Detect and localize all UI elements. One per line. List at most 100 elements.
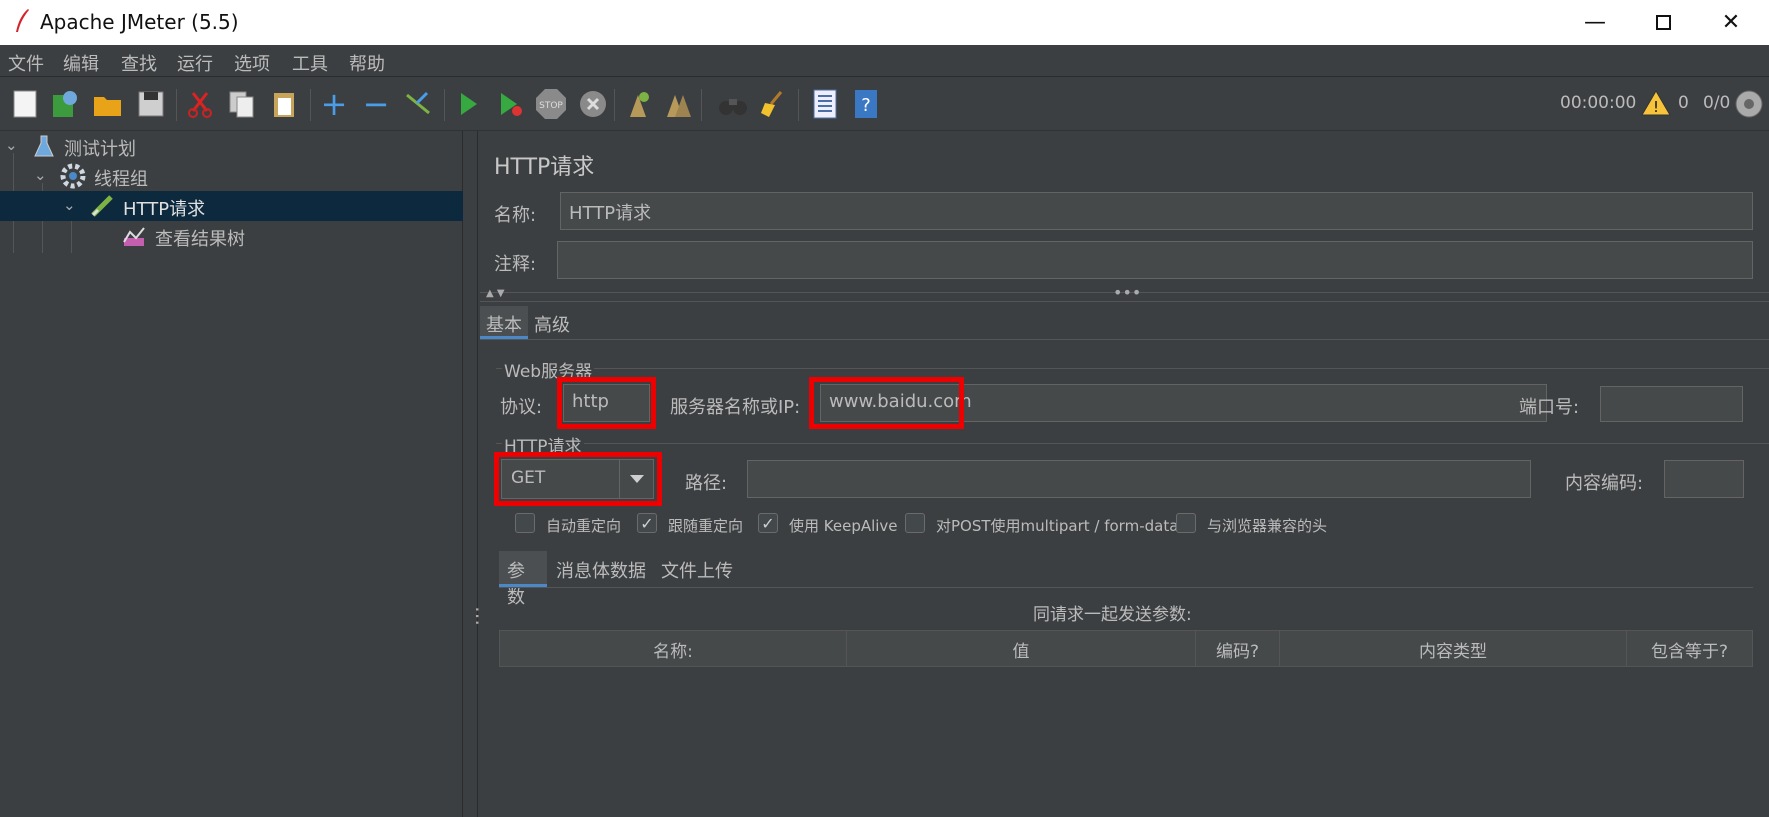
method-value: GET <box>511 468 546 488</box>
warning-icon[interactable]: ! <box>1641 89 1671 117</box>
column-header-content-type[interactable]: 内容类型 <box>1280 631 1627 667</box>
protocol-label: 协议: <box>500 397 543 418</box>
clear-all-icon[interactable] <box>661 87 695 121</box>
toggle-icon[interactable] <box>401 87 435 121</box>
encoding-field[interactable] <box>1664 460 1744 498</box>
clear-icon[interactable] <box>620 87 654 121</box>
comment-field[interactable] <box>557 241 1753 279</box>
keepalive-checkbox[interactable]: ✓ <box>758 513 778 533</box>
toolbar-separator <box>444 89 445 121</box>
paste-icon[interactable] <box>267 87 301 121</box>
cut-icon[interactable] <box>183 87 217 121</box>
start-no-pause-icon[interactable] <box>493 87 527 121</box>
minimize-button[interactable]: — <box>1561 0 1629 45</box>
tree-item-test-plan[interactable]: ⌄ 测试计划 <box>0 131 463 161</box>
menu-run[interactable]: 运行 <box>177 50 213 76</box>
column-header-encode[interactable]: 编码? <box>1196 631 1280 667</box>
templates-icon[interactable] <box>48 87 82 121</box>
elapsed-time: 00:00:00 <box>1560 93 1637 113</box>
checkbox-label: 与浏览器兼容的头 <box>1207 517 1328 535</box>
warning-count: 0 <box>1678 93 1689 113</box>
search-binoculars-icon[interactable] <box>716 87 750 121</box>
function-helper-icon[interactable] <box>808 87 842 121</box>
menu-bar: 文件 编辑 查找 运行 选项 工具 帮助 <box>0 45 1769 77</box>
menu-help[interactable]: 帮助 <box>349 50 385 76</box>
column-header-value[interactable]: 值 <box>847 631 1196 667</box>
method-select[interactable]: GET <box>501 459 654 499</box>
follow-redirect-checkbox[interactable]: ✓ <box>637 513 657 533</box>
save-icon[interactable] <box>134 87 168 121</box>
path-label: 路径: <box>685 473 728 494</box>
maximize-button[interactable] <box>1629 0 1697 45</box>
split-pane-divider[interactable]: ⋯ <box>464 131 490 817</box>
tree-item-result-tree[interactable]: 查看结果树 <box>0 221 463 251</box>
params-caption: 同请求一起发送参数: <box>1033 605 1192 625</box>
maximize-icon <box>1655 15 1671 30</box>
http-request-panel: HTTP请求 名称: HTTP请求 注释: ▲ ▼ ••• 基本 高级 Web服… <box>480 131 1769 817</box>
port-field[interactable] <box>1600 386 1743 422</box>
toolbar-separator <box>798 89 799 121</box>
toolbar-separator <box>701 89 702 121</box>
shutdown-icon[interactable] <box>576 87 610 121</box>
tree-item-http-request[interactable]: ⌄ HTTP请求 <box>0 191 463 221</box>
page-title: HTTP请求 <box>494 155 595 180</box>
server-label: 服务器名称或IP: <box>670 397 801 418</box>
test-plan-icon <box>34 135 54 157</box>
collapsible-divider[interactable]: ▲ ▼ ••• <box>480 283 1769 302</box>
collapse-icon[interactable]: − <box>359 87 393 121</box>
browser-compatible-headers-checkbox[interactable] <box>1176 513 1196 533</box>
reset-search-broom-icon[interactable] <box>757 87 791 121</box>
tab-advanced[interactable]: 高级 <box>532 306 572 339</box>
menu-tools[interactable]: 工具 <box>292 50 328 76</box>
tree-item-label: 查看结果树 <box>155 229 245 250</box>
start-icon[interactable] <box>451 87 485 121</box>
svg-text:!: ! <box>1653 98 1659 116</box>
active-threads: 0/0 <box>1703 93 1731 113</box>
menu-edit[interactable]: 编辑 <box>63 50 99 76</box>
auto-redirect-checkbox[interactable] <box>515 513 535 533</box>
test-plan-tree: ⌄ 测试计划 ⌄ 线程组 ⌄ HTTP请求 查看结果树 <box>0 131 463 817</box>
new-icon[interactable] <box>8 87 42 121</box>
parameters-table-header: 名称: 值 编码? 内容类型 包含等于? <box>499 630 1753 667</box>
stop-icon[interactable]: STOP <box>534 87 568 121</box>
chevron-down-icon[interactable]: ⌄ <box>5 136 18 154</box>
checkbox-label: 自动重定向 <box>546 517 622 535</box>
chevron-down-icon[interactable]: ⌄ <box>63 196 76 214</box>
help-icon[interactable]: ? <box>849 87 883 121</box>
toolbar-separator <box>614 89 615 121</box>
column-header-include-equals[interactable]: 包含等于? <box>1627 631 1752 667</box>
name-field[interactable]: HTTP请求 <box>560 192 1753 230</box>
tab-basic[interactable]: 基本 <box>480 306 528 339</box>
group-border <box>496 368 1769 369</box>
copy-icon[interactable] <box>225 87 259 121</box>
menu-search[interactable]: 查找 <box>121 50 157 76</box>
menu-options[interactable]: 选项 <box>234 50 270 76</box>
collapse-arrows-icon[interactable]: ▲ ▼ <box>486 288 505 299</box>
divider-grip-icon[interactable]: ••• <box>1113 283 1141 302</box>
select-divider <box>619 460 620 498</box>
toolbar: + − STOP ? 00:00:00 ! 0 0/0 <box>0 77 1769 131</box>
chevron-down-icon[interactable]: ⌄ <box>34 166 47 184</box>
tab-body-data[interactable]: 消息体数据 <box>556 551 646 587</box>
open-icon[interactable] <box>91 87 125 121</box>
name-label: 名称: <box>494 205 537 226</box>
window-title: Apache JMeter (5.5) <box>40 10 239 34</box>
remote-status-icon <box>1735 90 1763 118</box>
highlight-box <box>809 377 964 429</box>
protocol-field[interactable]: http <box>563 384 650 422</box>
close-button[interactable]: ✕ <box>1697 0 1765 45</box>
column-header-name[interactable]: 名称: <box>500 631 847 667</box>
tree-item-label: 测试计划 <box>64 139 136 160</box>
result-tree-icon <box>123 227 145 246</box>
tree-item-label: HTTP请求 <box>123 199 206 220</box>
path-field[interactable] <box>747 460 1531 498</box>
tab-file-upload[interactable]: 文件上传 <box>661 551 733 587</box>
menu-file[interactable]: 文件 <box>8 50 44 76</box>
tab-parameters[interactable]: 参数 <box>499 551 547 608</box>
multipart-checkbox[interactable] <box>905 513 925 533</box>
svg-text:STOP: STOP <box>539 101 563 111</box>
tree-item-thread-group[interactable]: ⌄ 线程组 <box>0 161 463 191</box>
jmeter-feather-icon <box>16 9 29 32</box>
expand-icon[interactable]: + <box>317 87 351 121</box>
chevron-down-icon[interactable] <box>629 474 645 484</box>
